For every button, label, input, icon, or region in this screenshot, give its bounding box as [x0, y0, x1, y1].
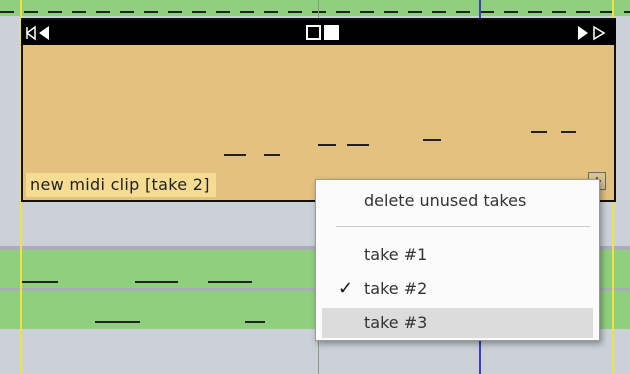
menu-item-take-3[interactable]: take #3: [322, 308, 593, 338]
loop-marker-squares-icon[interactable]: [306, 25, 346, 41]
menu-item-take-2[interactable]: ✓ take #2: [322, 274, 593, 304]
right-end-arrows-icon[interactable]: [572, 25, 614, 41]
menu-separator: [336, 226, 590, 227]
menu-item-delete-unused-takes[interactable]: delete unused takes: [322, 186, 593, 216]
clip-notes: [224, 131, 576, 156]
menu-item-label: take #3: [364, 313, 428, 332]
left-start-arrows-icon[interactable]: [25, 25, 65, 41]
take-context-menu[interactable]: delete unused takes take #1 ✓ take #2 ta…: [315, 179, 600, 341]
menu-item-take-1[interactable]: take #1: [322, 240, 593, 270]
checkmark-icon: ✓: [338, 278, 354, 299]
clip-header-bar[interactable]: [21, 20, 616, 45]
menu-item-label: delete unused takes: [364, 191, 527, 210]
top-lane-notes: [0, 11, 630, 13]
menu-item-label: take #2: [364, 279, 428, 298]
menu-item-label: take #1: [364, 245, 428, 264]
clip-name-label[interactable]: new midi clip [take 2]: [26, 173, 216, 197]
